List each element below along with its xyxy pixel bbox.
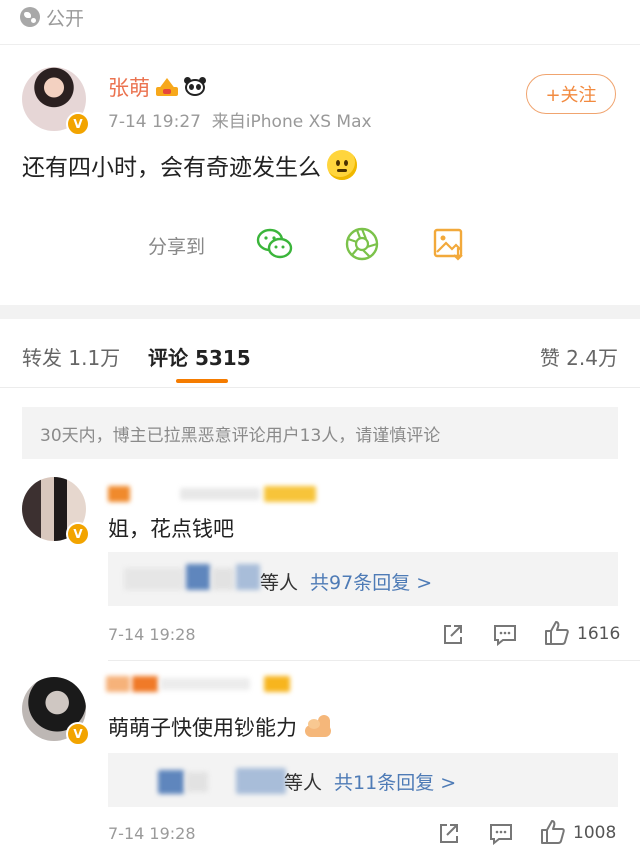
blurred-badge xyxy=(264,676,290,692)
blurred-username xyxy=(108,486,130,502)
blacklist-notice: 30天内，博主已拉黑恶意评论用户13人，请谨慎评论 xyxy=(22,407,618,459)
tab-forward[interactable]: 转发 1.1万 xyxy=(22,342,120,371)
comment-icon[interactable] xyxy=(492,622,518,648)
visibility-indicator: 公开 xyxy=(20,4,84,30)
save-image-icon[interactable] xyxy=(429,224,469,264)
blurred-username xyxy=(180,488,260,500)
blurred-reply-users xyxy=(124,568,184,590)
globe-icon xyxy=(20,7,40,27)
share-label: 分享到 xyxy=(148,236,206,258)
tab-likes[interactable]: 赞 2.4万 xyxy=(540,342,618,371)
blurred-username xyxy=(106,676,130,692)
follow-label: +关注 xyxy=(545,85,597,106)
author-name-row[interactable]: 张萌 xyxy=(108,72,206,102)
reply-suffix: 等人 xyxy=(284,772,323,794)
section-divider xyxy=(0,305,640,319)
blurred-username xyxy=(132,676,158,692)
divider xyxy=(0,387,640,388)
flexed-biceps-icon xyxy=(303,713,333,741)
blurred-reply-users xyxy=(236,564,260,590)
reply-text-row[interactable]: 等人 共97条回复 > xyxy=(260,568,432,595)
thinking-emoji-icon xyxy=(327,150,357,180)
crown-icon xyxy=(156,78,178,96)
comment-text: 萌萌子快使用钞能力 xyxy=(108,716,297,740)
blurred-reply-users xyxy=(212,568,234,590)
like-icon[interactable] xyxy=(544,620,570,646)
author-name[interactable]: 张萌 xyxy=(108,72,150,102)
post-text-row: 还有四小时，会有奇迹发生么 xyxy=(22,148,357,182)
verified-badge-icon: V xyxy=(66,112,90,136)
verified-badge-icon: V xyxy=(66,522,90,546)
panda-icon xyxy=(184,77,206,97)
blurred-username xyxy=(160,678,250,690)
like-count: 1008 xyxy=(573,823,617,843)
comment-text: 姐，花点钱吧 xyxy=(108,517,234,541)
blurred-reply-users xyxy=(236,768,286,794)
verified-badge-icon: V xyxy=(66,722,90,746)
view-replies-link[interactable]: 共97条回复 > xyxy=(310,568,432,595)
follow-button[interactable]: +关注 xyxy=(526,74,616,114)
like-count: 1616 xyxy=(577,624,621,644)
comment-icon[interactable] xyxy=(488,821,514,847)
moments-share-icon[interactable] xyxy=(342,224,382,264)
view-replies-link[interactable]: 共11条回复 > xyxy=(334,768,456,795)
reply-text-row[interactable]: 等人 共11条回复 > xyxy=(284,768,456,795)
blurred-reply-users xyxy=(186,564,210,590)
blurred-badge xyxy=(264,486,316,502)
comment-time: 7-14 19:28 xyxy=(108,824,196,843)
active-tab-indicator xyxy=(176,379,228,383)
post-source: 来自iPhone XS Max xyxy=(211,112,372,132)
divider xyxy=(0,44,640,45)
repost-icon[interactable] xyxy=(436,821,462,847)
comment-time: 7-14 19:28 xyxy=(108,625,196,644)
blurred-reply-users xyxy=(158,770,184,794)
tab-comments[interactable]: 评论 5315 xyxy=(148,342,251,371)
blurred-reply-users xyxy=(186,772,208,792)
repost-icon[interactable] xyxy=(440,622,466,648)
like-icon[interactable] xyxy=(540,819,566,845)
post-time: 7-14 19:27 xyxy=(108,112,201,132)
comment-text-row: 萌萌子快使用钞能力 xyxy=(108,712,333,742)
visibility-label: 公开 xyxy=(46,7,85,30)
post-meta: 7-14 19:27 来自iPhone XS Max xyxy=(108,107,372,132)
divider xyxy=(108,660,640,661)
reply-suffix: 等人 xyxy=(260,572,299,594)
wechat-share-icon[interactable] xyxy=(255,224,295,264)
post-text: 还有四小时，会有奇迹发生么 xyxy=(22,155,321,181)
